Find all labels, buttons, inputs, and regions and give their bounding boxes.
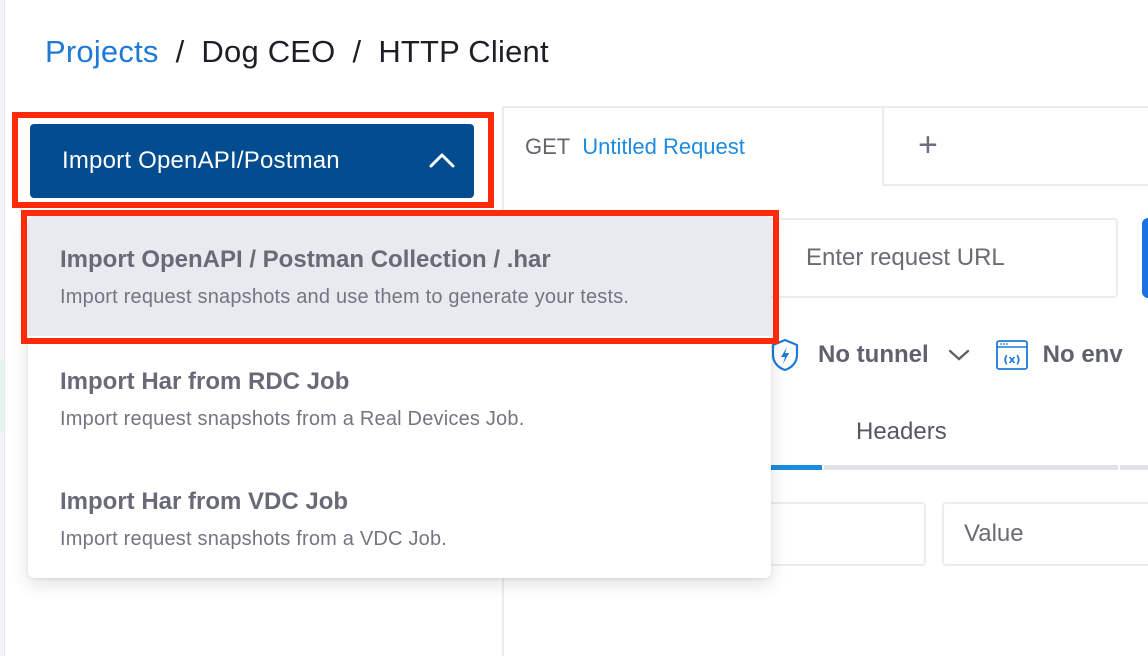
tab-underline xyxy=(824,465,1118,470)
tab-headers[interactable]: Headers xyxy=(856,418,947,446)
request-method-label: GET xyxy=(525,134,571,159)
chevron-down-icon[interactable] xyxy=(947,347,971,363)
environment-select[interactable]: No env xyxy=(1043,341,1123,369)
send-button[interactable] xyxy=(1142,218,1148,298)
request-options-row: No tunnel (x) No env xyxy=(770,334,1123,376)
header-value-placeholder: Value xyxy=(964,520,1024,547)
breadcrumb-projects-link[interactable]: Projects xyxy=(45,34,159,70)
add-tab-button[interactable]: + xyxy=(918,128,938,162)
menu-item-description: Import request snapshots from a Real Dev… xyxy=(60,408,525,430)
request-url-placeholder: Enter request URL xyxy=(806,244,1005,271)
breadcrumb-separator: / xyxy=(352,34,362,69)
breadcrumb: Projects / Dog CEO / HTTP Client xyxy=(45,34,549,70)
left-rail xyxy=(0,0,5,656)
menu-item-title: Import Har from VDC Job xyxy=(60,488,349,515)
annotation-highlight-import-button xyxy=(12,112,494,208)
tab-bar-filler: + xyxy=(883,106,1148,186)
svg-text:(x): (x) xyxy=(1003,353,1020,366)
menu-item-title: Import Har from RDC Job xyxy=(60,368,350,395)
menu-item-description: Import request snapshots from a VDC Job. xyxy=(60,528,448,550)
header-value-input[interactable]: Value xyxy=(942,502,1148,566)
tab-underline xyxy=(1120,465,1148,470)
breadcrumb-separator: / xyxy=(175,34,185,69)
tunnel-select[interactable]: No tunnel xyxy=(818,341,929,369)
menu-item-import-har-rdc[interactable]: Import Har from RDC Job Import request s… xyxy=(28,338,771,458)
variable-window-icon: (x) xyxy=(995,340,1028,370)
breadcrumb-http-client: HTTP Client xyxy=(378,34,549,69)
left-rail-active-marker xyxy=(0,360,4,432)
tab-untitled-request[interactable]: GET Untitled Request xyxy=(502,106,884,186)
menu-item-import-har-vdc[interactable]: Import Har from VDC Job Import request s… xyxy=(28,458,771,578)
annotation-highlight-menu-item xyxy=(21,210,779,344)
breadcrumb-dog-ceo: Dog CEO xyxy=(201,34,336,69)
request-name-label: Untitled Request xyxy=(582,134,745,159)
